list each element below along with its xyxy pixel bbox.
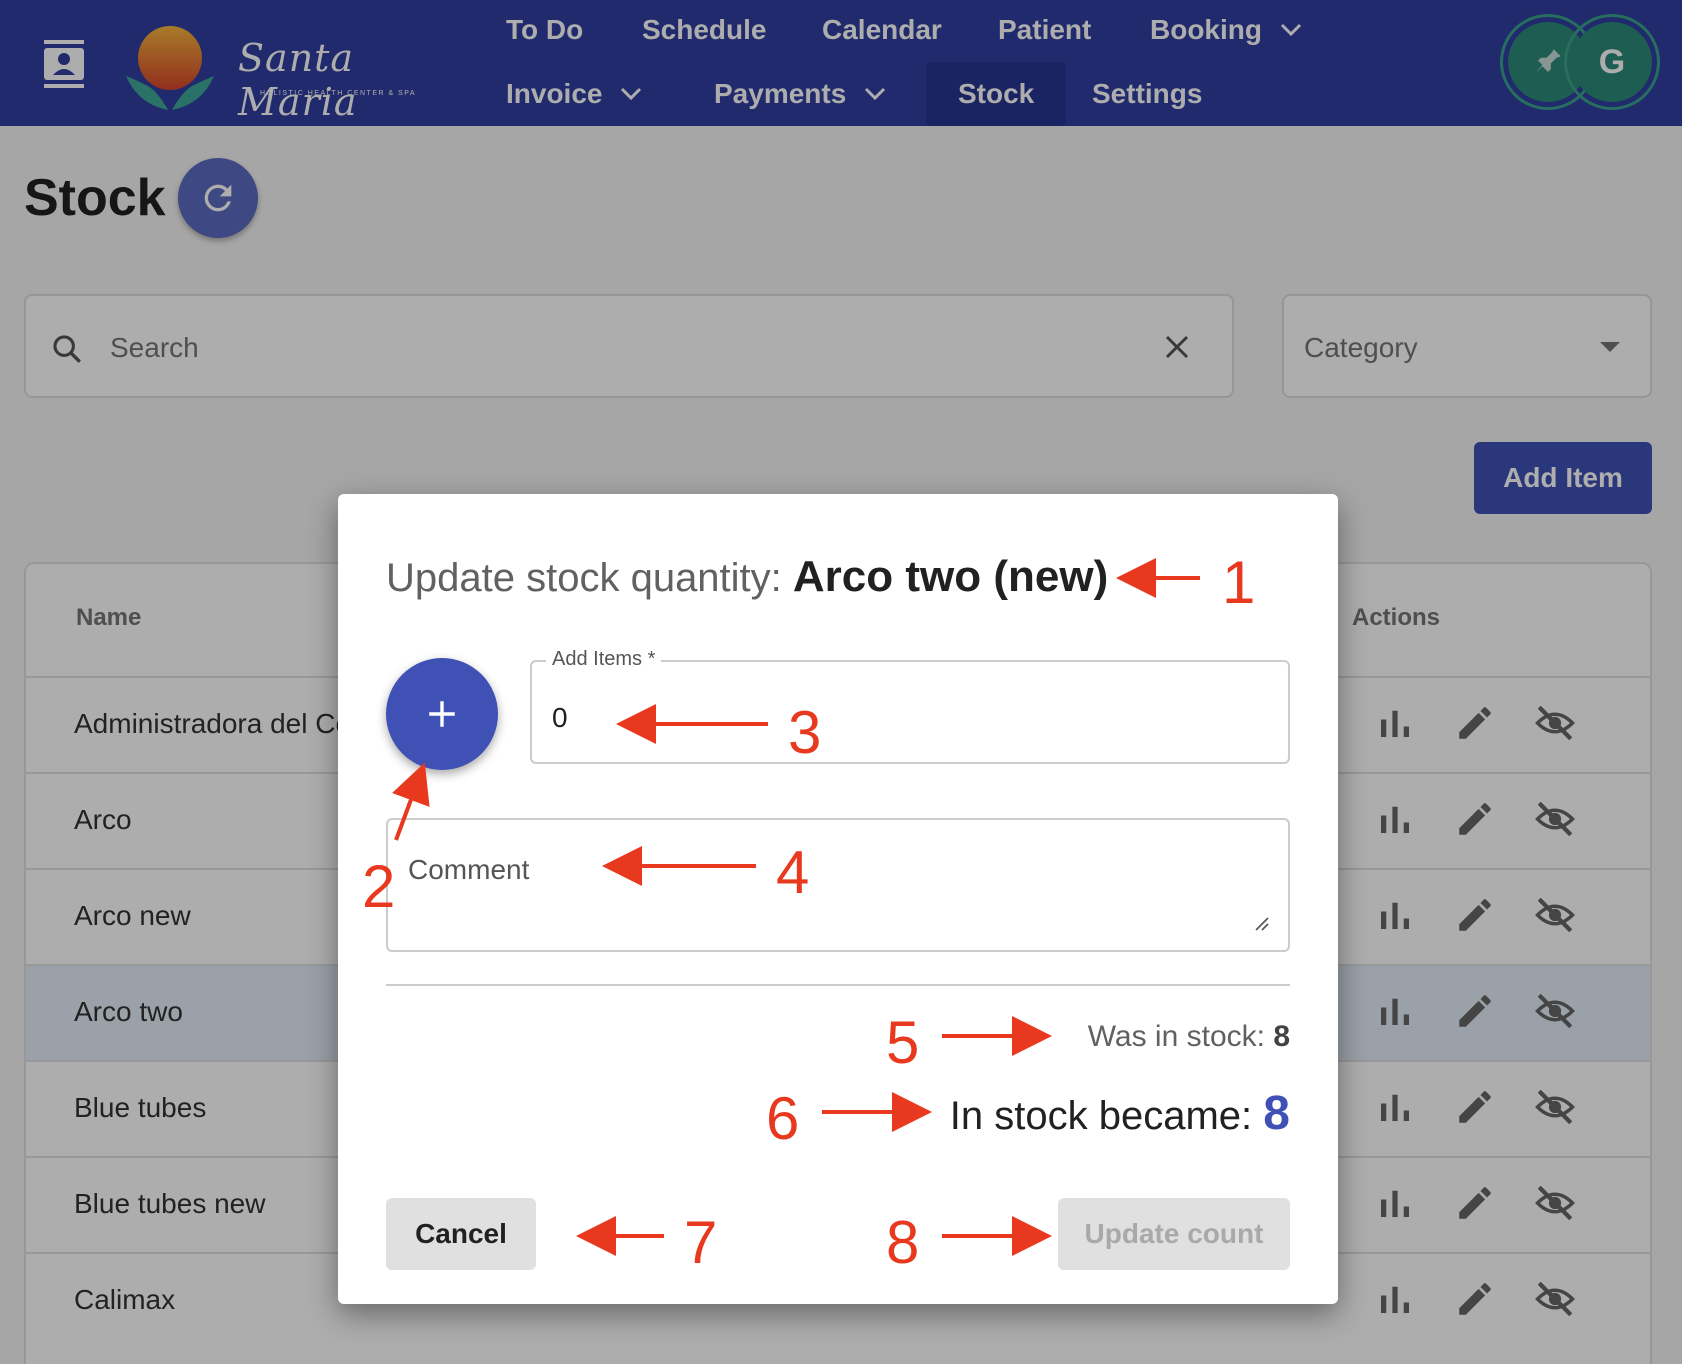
resize-handle-icon[interactable] [1252,914,1270,932]
divider [386,984,1290,986]
annotation-7: 7 [684,1209,718,1276]
annotation-5: 5 [886,1009,920,1076]
annotation-2: 2 [362,853,396,920]
annotation-1: 1 [1222,549,1256,616]
comment-textarea[interactable]: Comment [386,818,1290,952]
was-in-stock: Was in stock: 8 [1088,1020,1290,1054]
was-in-stock-value: 8 [1273,1020,1290,1053]
add-items-input[interactable]: Add Items * 0 [530,648,1290,764]
annotation-4: 4 [776,839,810,906]
in-stock-became-value: 8 [1263,1087,1290,1140]
dialog-item-name: Arco two (new) [792,552,1109,601]
comment-label: Comment [408,854,530,885]
plus-icon [429,701,455,727]
annotation-8: 8 [886,1209,920,1276]
in-stock-became-label: In stock became: [949,1094,1253,1138]
cancel-button[interactable]: Cancel [386,1198,536,1270]
was-in-stock-label: Was in stock: [1087,1020,1265,1053]
in-stock-became: In stock became: 8 [950,1086,1290,1141]
add-items-label: Add Items * [546,648,662,671]
update-count-button[interactable]: Update count [1058,1198,1290,1270]
annotation-3: 3 [788,699,822,766]
add-items-button[interactable] [386,658,498,770]
update-stock-dialog: Update stock quantity: Arco two (new) Ad… [338,494,1338,1304]
add-items-value: 0 [552,702,568,733]
dialog-title-prefix: Update stock quantity: [386,556,782,600]
dialog-title: Update stock quantity: Arco two (new) [386,552,1108,602]
annotation-6: 6 [766,1085,800,1152]
